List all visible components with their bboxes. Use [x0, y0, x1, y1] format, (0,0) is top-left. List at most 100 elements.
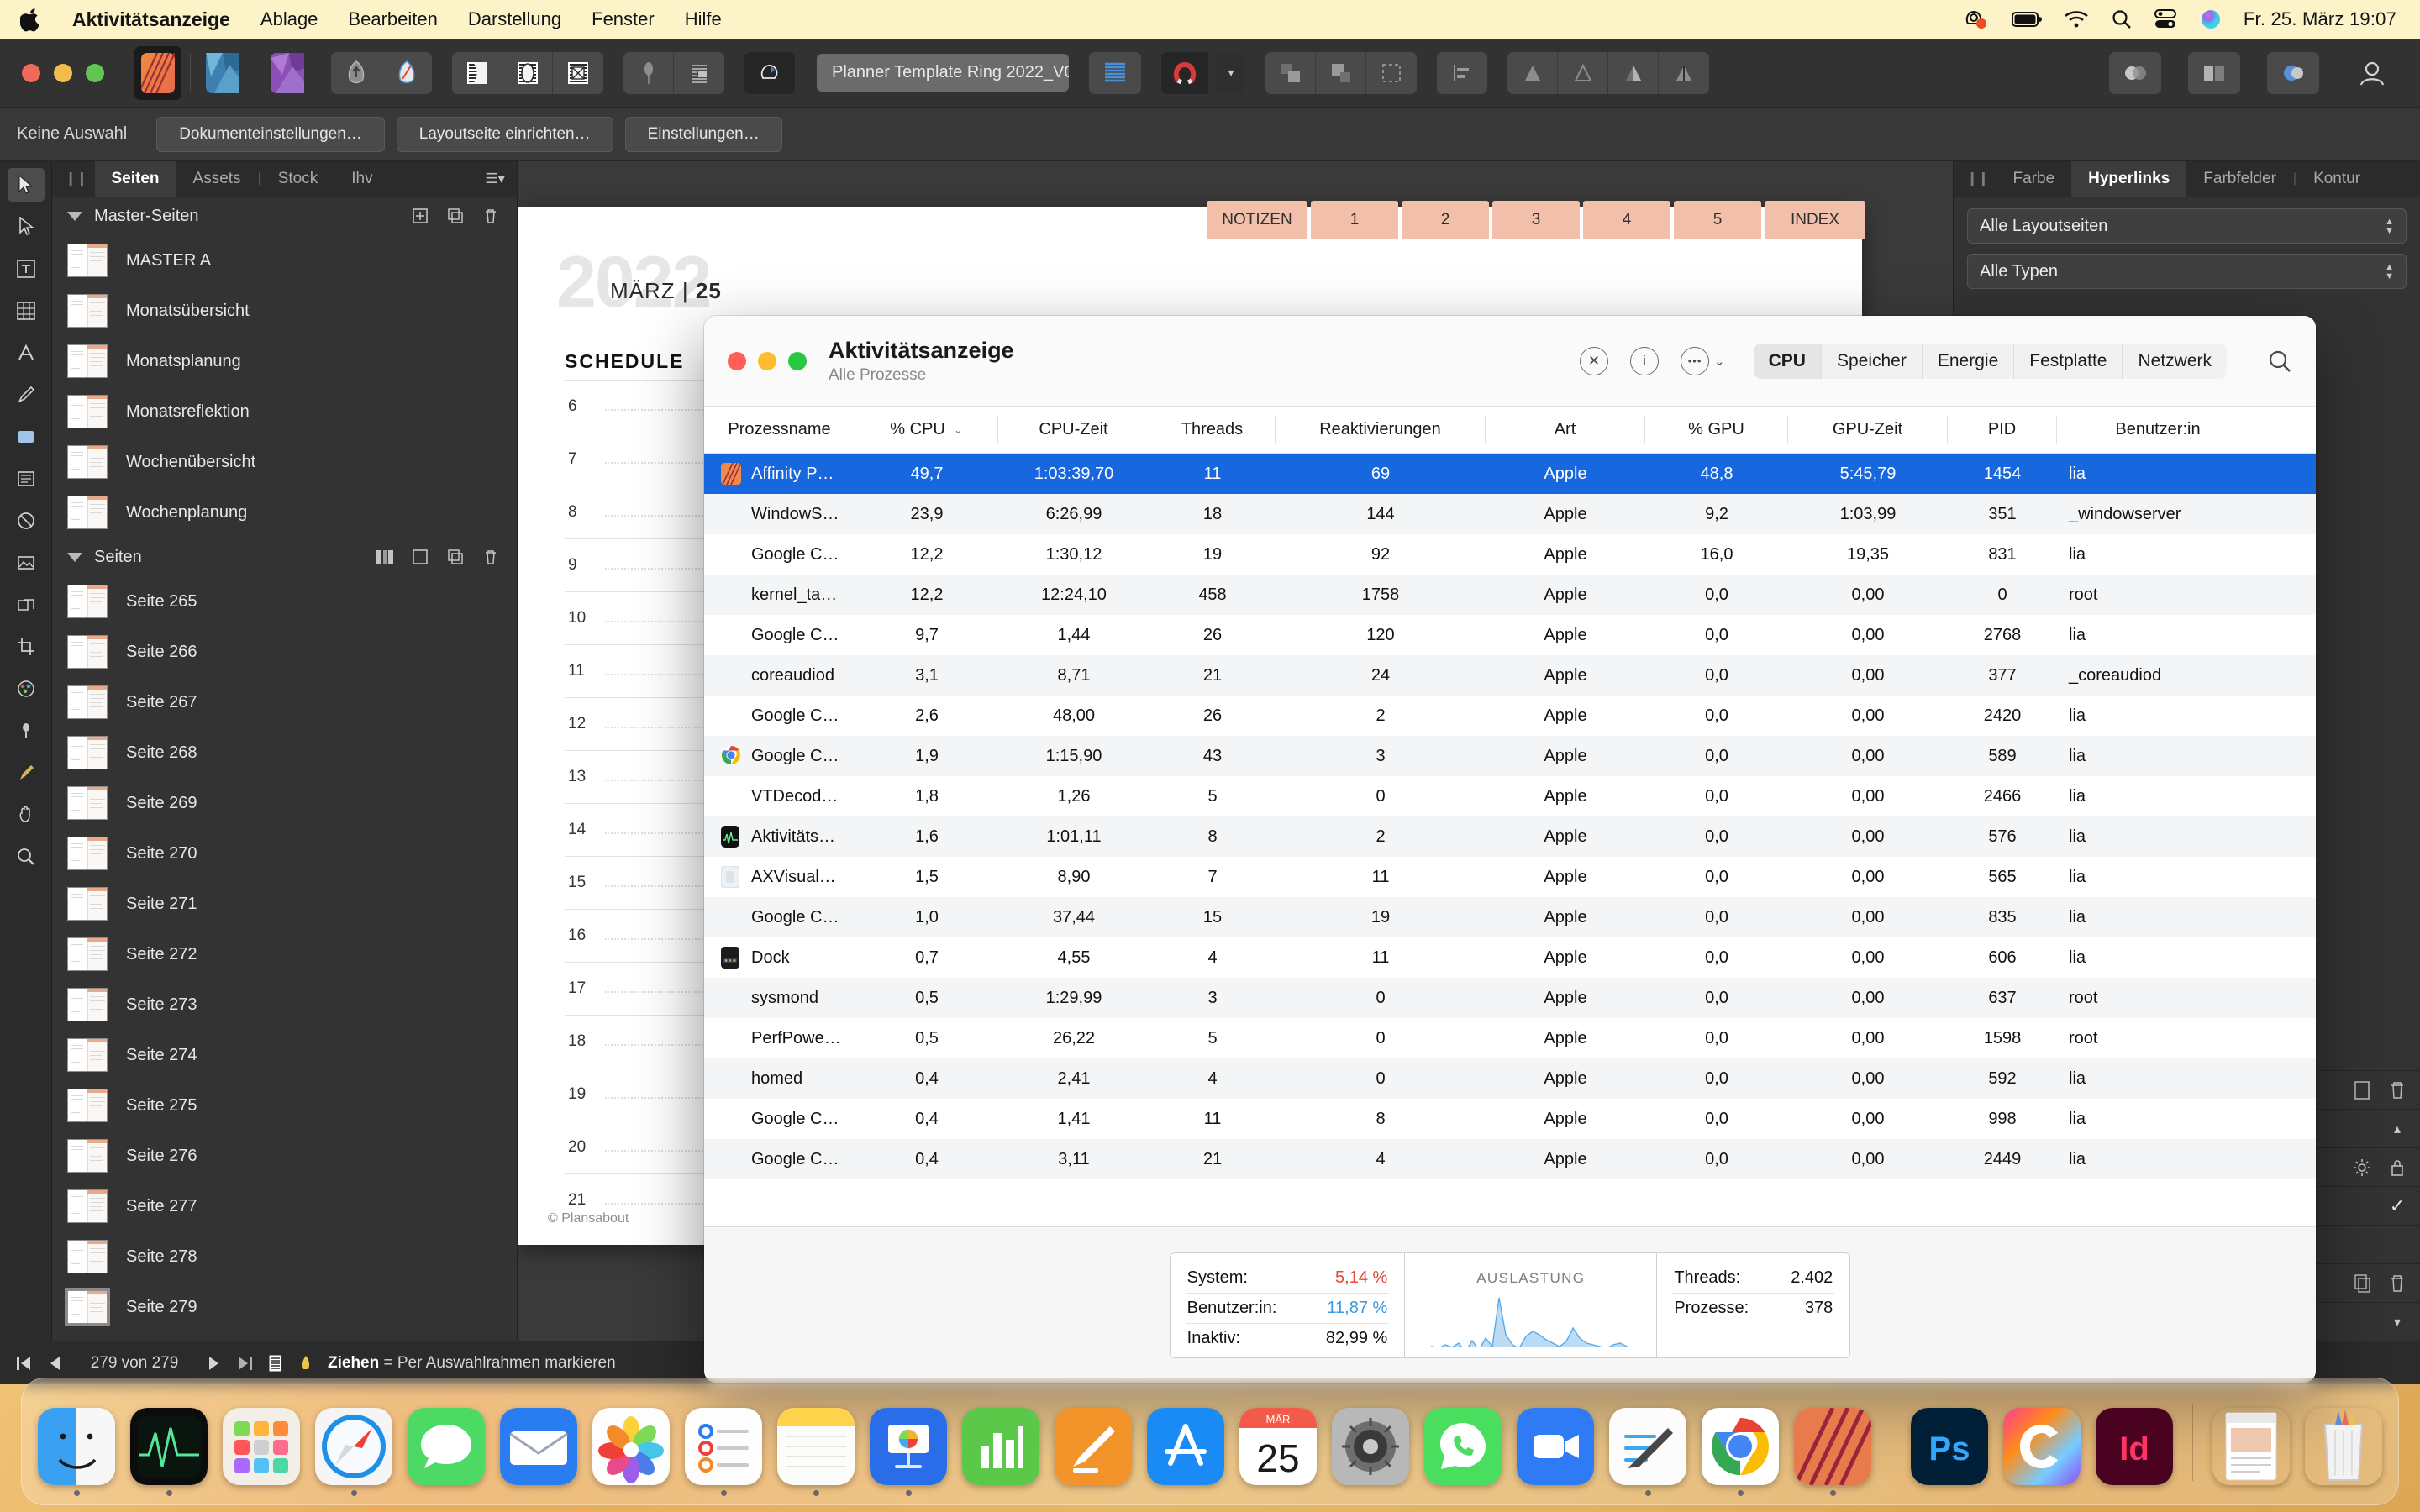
menu-hilfe[interactable]: Hilfe: [670, 8, 737, 30]
add-master-page-icon[interactable]: [409, 205, 431, 227]
dock-item-google-chrome[interactable]: [1699, 1408, 1781, 1496]
swatches-panel-icon[interactable]: [2267, 52, 2319, 94]
table-row[interactable]: Google C…9,71,4426120Apple0,00,002768lia: [704, 615, 2316, 655]
new-hyperlink-icon[interactable]: [2351, 1079, 2373, 1101]
dock-item-downloads-stack[interactable]: [2210, 1408, 2292, 1496]
column-cpu[interactable]: % CPU⌄: [855, 416, 998, 444]
studio-link-icon[interactable]: [2109, 52, 2161, 94]
options-chevron-down-icon[interactable]: ⌄: [1714, 354, 1725, 369]
table-row[interactable]: VTDecod…1,81,2650Apple0,00,002466lia: [704, 776, 2316, 816]
publisher-persona-icon[interactable]: [134, 46, 182, 100]
lock-icon[interactable]: [2386, 1157, 2408, 1179]
master-page-row[interactable]: Monatsübersicht: [52, 286, 517, 336]
close-button[interactable]: [22, 64, 40, 82]
dock-item-safari[interactable]: [313, 1408, 395, 1496]
panel-menu-icon[interactable]: ☰▾: [473, 161, 517, 197]
page-row[interactable]: Seite 265: [52, 576, 517, 627]
am-process-table[interactable]: Affinity P…49,71:03:39,701169Apple48,85:…: [704, 454, 2316, 1226]
layers-panel-icon[interactable]: [2188, 52, 2240, 94]
indesign-icon[interactable]: Id: [2096, 1408, 2173, 1485]
document-section-tab[interactable]: INDEX: [1765, 201, 1865, 239]
dock-item-mail[interactable]: [497, 1408, 580, 1496]
zoom-tool-icon[interactable]: [8, 840, 45, 874]
menu-bearbeiten[interactable]: Bearbeiten: [333, 8, 452, 30]
ellipse-frame-icon[interactable]: [502, 52, 553, 94]
page-row[interactable]: Seite 267: [52, 677, 517, 727]
keynote-icon[interactable]: [870, 1408, 947, 1485]
master-pages-section-header[interactable]: Master-Seiten: [52, 197, 517, 235]
delete-master-page-icon[interactable]: [480, 205, 502, 227]
dock-item-app-store[interactable]: [1144, 1408, 1227, 1496]
snapping-dropdown-icon[interactable]: ▾: [1217, 52, 1245, 94]
text-baseline-icon[interactable]: [1089, 52, 1141, 94]
align-left-icon[interactable]: [1437, 52, 1487, 94]
search-icon[interactable]: [2267, 349, 2292, 374]
master-page-row[interactable]: Wochenplanung: [52, 487, 517, 538]
page-row[interactable]: Seite 269: [52, 778, 517, 828]
page-row[interactable]: Seite 276: [52, 1131, 517, 1181]
dock-item-pages[interactable]: [1052, 1408, 1134, 1496]
column-pid[interactable]: PID: [1948, 416, 2057, 444]
types-select[interactable]: Alle Typen ▲▼: [1967, 254, 2407, 289]
table-row[interactable]: PerfPowe…0,526,2250Apple0,00,001598root: [704, 1018, 2316, 1058]
document-section-tab[interactable]: 4: [1583, 201, 1670, 239]
column-prozessname[interactable]: Prozessname: [704, 416, 855, 444]
layout-pages-select[interactable]: Alle Layoutseiten ▲▼: [1967, 208, 2407, 244]
inspect-process-icon[interactable]: i: [1630, 347, 1659, 375]
layout-page-setup-button[interactable]: Layoutseite einrichten…: [397, 117, 613, 152]
delete-hyperlink-icon[interactable]: [2386, 1079, 2408, 1101]
page-row[interactable]: Seite 278: [52, 1231, 517, 1282]
tab-ihv[interactable]: Ihv: [334, 161, 389, 197]
toolbar-group-arrange[interactable]: [1265, 52, 1417, 94]
dock-item-photos[interactable]: [590, 1408, 672, 1496]
menu-clock[interactable]: Fr. 25. März 19:07: [2244, 8, 2396, 30]
table-row[interactable]: kernel_ta…12,212:24,104581758Apple0,00,0…: [704, 575, 2316, 615]
siri-icon[interactable]: [2200, 8, 2222, 30]
column-benutzer[interactable]: Benutzer:in: [2057, 416, 2259, 444]
window-traffic-lights[interactable]: [22, 64, 104, 82]
snapping-magnet-icon[interactable]: [1161, 52, 1208, 94]
finder-icon[interactable]: [38, 1408, 115, 1485]
page-row[interactable]: Seite 275: [52, 1080, 517, 1131]
dock-item-finder[interactable]: [35, 1408, 118, 1496]
account-avatar-icon[interactable]: [2346, 52, 2398, 94]
toolbar-group-nodes[interactable]: [331, 52, 432, 94]
table-row[interactable]: Google C…1,037,441519Apple0,00,00835lia: [704, 897, 2316, 937]
minimize-button[interactable]: [54, 64, 72, 82]
search-icon[interactable]: [2111, 8, 2133, 30]
table-row[interactable]: AXVisual…1,58,90711Apple0,00,00565lia: [704, 857, 2316, 897]
page-row[interactable]: Seite 272: [52, 929, 517, 979]
column-gpu[interactable]: % GPU: [1645, 416, 1788, 444]
am-tab-festplatte[interactable]: Festplatte: [2014, 344, 2123, 379]
persona-switcher[interactable]: [134, 46, 311, 100]
am-zoom-button[interactable]: [788, 352, 807, 370]
node-tool-icon[interactable]: [331, 52, 381, 94]
preferences-button[interactable]: Einstellungen…: [625, 117, 782, 152]
table-tool-icon[interactable]: [8, 294, 45, 328]
document-section-tab[interactable]: NOTIZEN: [1207, 201, 1307, 239]
table-row[interactable]: Affinity P…49,71:03:39,701169Apple48,85:…: [704, 454, 2316, 494]
activity-monitor-window[interactable]: Aktivitätsanzeige Alle Prozesse ✕ i ••• …: [704, 316, 2316, 1383]
table-row[interactable]: Google C…0,41,41118Apple0,00,00998lia: [704, 1099, 2316, 1139]
tab-farbe[interactable]: Farbe: [1996, 161, 2072, 197]
shape-tool-icon[interactable]: [8, 588, 45, 622]
menu-fenster[interactable]: Fenster: [576, 8, 670, 30]
options-menu-icon[interactable]: •••: [1681, 347, 1709, 375]
trash-icon[interactable]: [2305, 1408, 2382, 1485]
table-row[interactable]: Google C…2,648,00262Apple0,00,002420lia: [704, 696, 2316, 736]
boolean-add-icon[interactable]: [1507, 52, 1558, 94]
page-row[interactable]: Seite 266: [52, 627, 517, 677]
disclosure-triangle-icon[interactable]: [67, 212, 82, 221]
messages-icon[interactable]: [408, 1408, 485, 1485]
column-cpu-zeit[interactable]: CPU-Zeit: [998, 416, 1150, 444]
activity-monitor-icon[interactable]: [130, 1408, 208, 1485]
next-page-icon[interactable]: [207, 1355, 222, 1372]
affinity-publisher-icon[interactable]: [1794, 1408, 1871, 1485]
dock-item-messages[interactable]: [405, 1408, 487, 1496]
disclosure-triangle-pages-icon[interactable]: [67, 553, 82, 562]
table-row[interactable]: homed0,42,4140Apple0,00,00592lia: [704, 1058, 2316, 1099]
am-tab-cpu[interactable]: CPU: [1754, 344, 1822, 379]
tab-farbfelder[interactable]: Farbfelder: [2186, 161, 2293, 197]
table-row[interactable]: Aktivitäts…1,61:01,1182Apple0,00,00576li…: [704, 816, 2316, 857]
color-picker-icon[interactable]: [8, 672, 45, 706]
